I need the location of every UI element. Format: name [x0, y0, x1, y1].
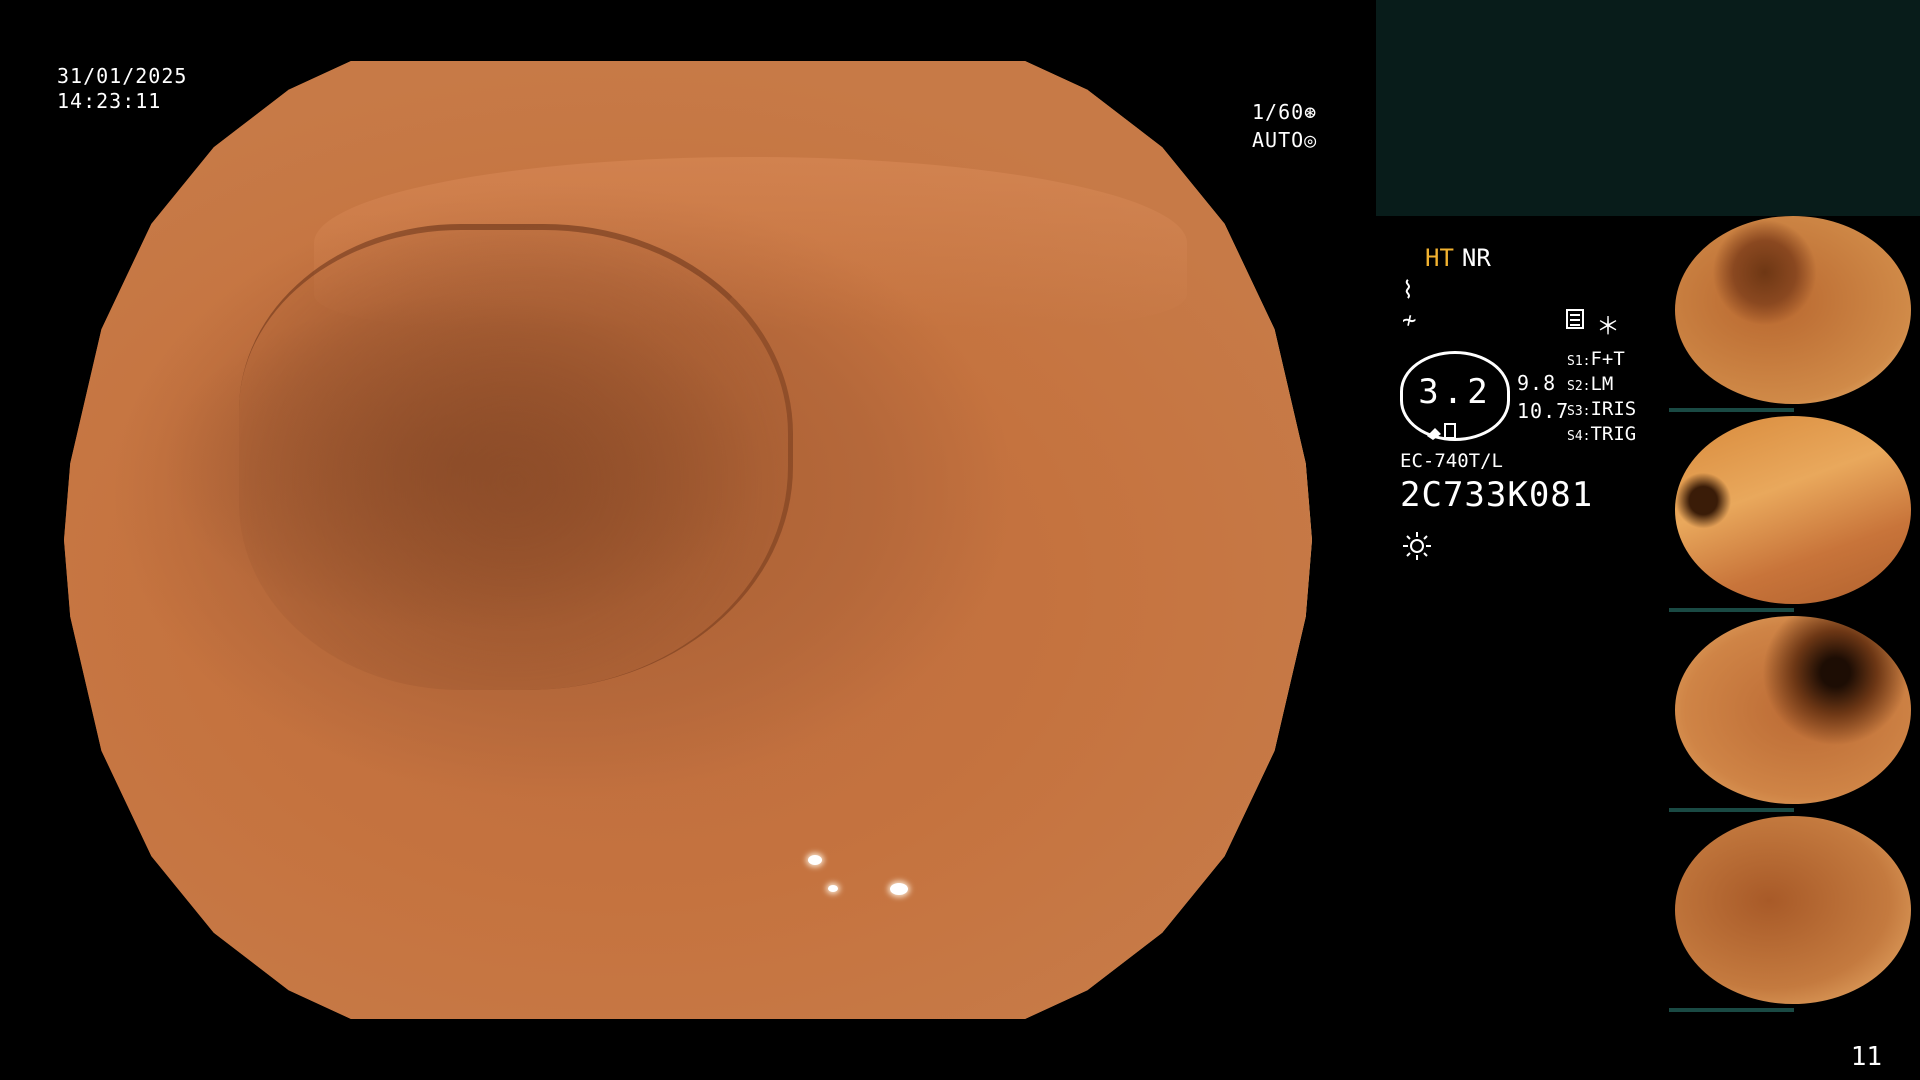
mode-ht-label: HT — [1425, 244, 1454, 272]
filter-icon: ≁ — [1402, 306, 1417, 334]
value-top: 9.8 — [1517, 371, 1557, 395]
value-bottom: 10.7 — [1517, 399, 1570, 423]
switch-row: S3:IRIS — [1567, 398, 1636, 420]
shutter-speed-value: 1/60 — [1252, 100, 1305, 124]
zoom-icon — [1427, 423, 1456, 440]
magnification-gauge: 3.2 — [1400, 351, 1510, 441]
switch-key: S1: — [1567, 354, 1591, 369]
mode-nr-label: NR — [1461, 244, 1491, 272]
thumbnail-image — [1675, 216, 1911, 404]
shutter-speed: 1/60⊛ — [1252, 100, 1317, 125]
specular-reflection — [828, 885, 838, 892]
preview-panel — [1376, 0, 1920, 216]
thumbnail-image — [1675, 616, 1911, 804]
captured-thumbnail[interactable] — [1669, 416, 1919, 612]
scope-model: EC-740T/L — [1400, 450, 1503, 472]
thumbnail-bar — [1669, 408, 1794, 412]
switch-key: S2: — [1567, 379, 1591, 394]
iris-icon: ◎ — [1304, 128, 1318, 152]
record-icon — [1566, 309, 1584, 329]
page-number: 11 — [1850, 1042, 1882, 1072]
tone-curve-icon: ⌇ — [1402, 276, 1414, 304]
switch-key: S4: — [1567, 429, 1591, 444]
freeze-marker: ＊ — [1596, 312, 1620, 340]
gauge-value: 3.2 — [1418, 372, 1492, 412]
captured-thumbnail[interactable] — [1669, 216, 1919, 412]
image-mode-row: HT NR — [1425, 244, 1491, 272]
iris-mode: AUTO◎ — [1252, 128, 1317, 153]
light-icon — [1403, 532, 1431, 560]
shutter-icon: ⊛ — [1304, 100, 1318, 124]
switch-value: TRIG — [1590, 423, 1637, 445]
switch-value: LM — [1590, 373, 1614, 395]
time-label: 14:23:11 — [57, 89, 162, 113]
thumbnail-bar — [1669, 808, 1794, 812]
specular-reflection — [890, 883, 908, 895]
switch-row: S1:F+T — [1567, 348, 1625, 370]
captured-thumbnail[interactable] — [1669, 616, 1919, 812]
scope-serial: 2C733K081 — [1400, 475, 1594, 515]
haustral-fold — [238, 223, 793, 690]
switch-key: S3: — [1567, 404, 1591, 419]
iris-mode-value: AUTO — [1252, 128, 1305, 152]
switch-row: S2:LM — [1567, 373, 1613, 395]
switch-row: S4:TRIG — [1567, 423, 1636, 445]
switch-value: F+T — [1590, 348, 1625, 370]
switch-value: IRIS — [1590, 398, 1637, 420]
endoscope-live-view — [64, 61, 1312, 1019]
captured-thumbnail[interactable] — [1669, 816, 1919, 1012]
specular-reflection — [808, 855, 822, 865]
thumbnail-bar — [1669, 1008, 1794, 1012]
date-label: 31/01/2025 — [57, 64, 188, 88]
thumbnail-image — [1675, 816, 1911, 1004]
thumbnail-image — [1675, 416, 1911, 604]
thumbnail-bar — [1669, 608, 1794, 612]
